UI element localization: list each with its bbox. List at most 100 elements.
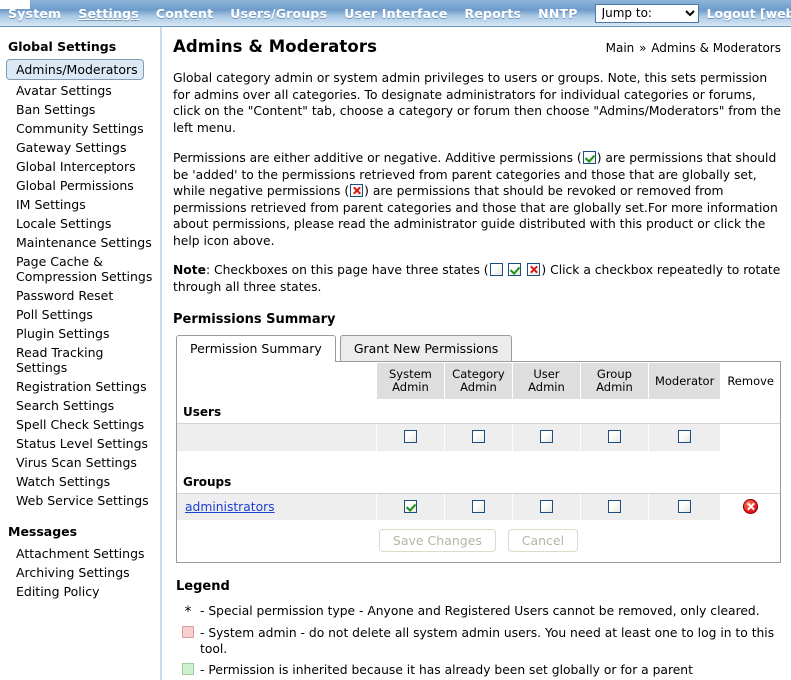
legend-list: * - Special permission type - Anyone and … xyxy=(173,603,781,680)
permission-checkbox-category-admin[interactable] xyxy=(471,499,485,513)
nav-item-content[interactable]: Content xyxy=(156,6,213,21)
permission-cell xyxy=(580,423,649,451)
sidebar-item-global-permissions[interactable]: Global Permissions xyxy=(0,176,160,195)
sidebar-item-maintenance-settings[interactable]: Maintenance Settings xyxy=(0,233,160,252)
legend-swatch-red xyxy=(176,625,200,642)
sidebar-item-avatar-settings[interactable]: Avatar Settings xyxy=(0,81,160,100)
sidebar-list-messages: Attachment Settings Archiving Settings Edi… xyxy=(0,544,160,601)
sidebar-item-community-settings[interactable]: Community Settings xyxy=(0,119,160,138)
sidebar-item-page-cache-compression-settings[interactable]: Page Cache & Compression Settings xyxy=(0,252,160,286)
state-checked-checkbox-icon xyxy=(508,263,522,276)
permission-cell xyxy=(512,423,581,451)
legend-item: - Permission is inherited because it has… xyxy=(176,662,781,680)
breadcrumb-root[interactable]: Main xyxy=(606,41,635,55)
nav-item-settings[interactable]: Settings xyxy=(78,6,139,21)
sidebar-item-global-interceptors[interactable]: Global Interceptors xyxy=(0,157,160,176)
page-body: Global Settings Admins/Moderators Avatar … xyxy=(0,27,791,680)
logout-link[interactable]: Logout [weblogic] xyxy=(707,6,791,21)
state-empty-checkbox-icon xyxy=(489,263,503,276)
tab-strip: Permission Summary Grant New Permissions xyxy=(176,335,781,362)
permission-cell xyxy=(648,493,722,520)
sidebar-item-attachment-settings[interactable]: Attachment Settings xyxy=(0,544,160,563)
permission-checkbox-user-admin[interactable] xyxy=(539,430,553,444)
sidebar-item-search-settings[interactable]: Search Settings xyxy=(0,396,160,415)
note-label: Note xyxy=(173,263,206,277)
intro-paragraph: Global category admin or system admin pr… xyxy=(173,71,781,135)
jump-to-select[interactable]: Jump to: xyxy=(594,3,699,23)
permission-checkbox-system-admin[interactable] xyxy=(403,430,417,444)
permission-checkbox-group-admin[interactable] xyxy=(607,430,621,444)
groups-group-header: Groups xyxy=(177,469,780,494)
tab-grant-new-permissions[interactable]: Grant New Permissions xyxy=(339,335,513,361)
negative-permission-checkbox-icon xyxy=(350,184,364,197)
permission-checkbox-moderator[interactable] xyxy=(678,499,692,513)
sidebar-item-virus-scan-settings[interactable]: Virus Scan Settings xyxy=(0,453,160,472)
sidebar-item-locale-settings[interactable]: Locale Settings xyxy=(0,214,160,233)
cancel-button[interactable]: Cancel xyxy=(507,529,579,552)
nav-item-reports[interactable]: Reports xyxy=(465,6,522,21)
table-row xyxy=(177,423,780,451)
permission-checkbox-category-admin[interactable] xyxy=(471,430,485,444)
sidebar-item-admins-moderators[interactable]: Admins/Moderators xyxy=(6,59,144,80)
breadcrumb-current: Admins & Moderators xyxy=(651,41,781,55)
sidebar-item-im-settings[interactable]: IM Settings xyxy=(0,195,160,214)
nav-item-users-groups[interactable]: Users/Groups xyxy=(230,6,327,21)
nav-item-nntp[interactable]: NNTP xyxy=(538,6,577,21)
sidebar-item-gateway-settings[interactable]: Gateway Settings xyxy=(0,138,160,157)
sidebar-item-spell-check-settings[interactable]: Spell Check Settings xyxy=(0,415,160,434)
top-nav-items: System Settings Content Users/Groups User In… xyxy=(8,6,595,21)
permissions-explanation-paragraph: Permissions are either additive or negat… xyxy=(173,150,781,249)
table-row: administrators xyxy=(177,493,780,520)
sidebar-item-password-reset[interactable]: Password Reset xyxy=(0,286,160,305)
permissions-summary-heading: Permissions Summary xyxy=(173,312,336,327)
permission-cell xyxy=(376,423,445,451)
save-changes-button[interactable]: Save Changes xyxy=(378,529,496,552)
permission-cell xyxy=(580,493,649,520)
remove-cell xyxy=(720,493,780,520)
main-content: Admins & Moderators Main » Admins & Mode… xyxy=(162,27,791,680)
tab-permission-summary[interactable]: Permission Summary xyxy=(176,335,336,362)
sidebar-item-archiving-settings[interactable]: Archiving Settings xyxy=(0,563,160,582)
state-blocked-checkbox-icon xyxy=(527,263,541,276)
legend-star-marker: * xyxy=(176,603,200,620)
permission-checkbox-system-admin[interactable] xyxy=(403,499,417,513)
sidebar-item-editing-policy[interactable]: Editing Policy xyxy=(0,582,160,601)
form-button-row: Save Changes Cancel xyxy=(177,520,780,562)
permissions-table: System Admin Category Admin User Admin Grou… xyxy=(177,362,780,520)
nav-item-system[interactable]: System xyxy=(8,6,61,21)
sidebar-item-ban-settings[interactable]: Ban Settings xyxy=(0,100,160,119)
sidebar-item-registration-settings[interactable]: Registration Settings xyxy=(0,377,160,396)
legend-item: * - Special permission type - Anyone and … xyxy=(176,603,781,620)
sidebar-item-poll-settings[interactable]: Poll Settings xyxy=(0,305,160,324)
row-name-link[interactable]: administrators xyxy=(185,500,275,514)
sidebar-item-web-service-settings[interactable]: Web Service Settings xyxy=(0,491,160,510)
permission-cell xyxy=(444,423,513,451)
nav-item-user-interface[interactable]: User Interface xyxy=(344,6,447,21)
legend-item-text: - Special permission type - Anyone and R… xyxy=(200,604,760,618)
sidebar-item-status-level-settings[interactable]: Status Level Settings xyxy=(0,434,160,453)
permission-cell xyxy=(512,493,581,520)
perm-text-part-1: Permissions are either additive or negat… xyxy=(173,151,582,165)
sidebar: Global Settings Admins/Moderators Avatar … xyxy=(0,27,162,680)
note-text-part-1: : Checkboxes on this page have three sta… xyxy=(205,263,489,277)
sidebar-group-title-messages: Messages xyxy=(8,524,78,539)
permissions-table-head: System Admin Category Admin User Admin Grou… xyxy=(177,362,780,400)
permission-checkbox-group-admin[interactable] xyxy=(607,499,621,513)
table-header-user-admin: User Admin xyxy=(511,362,581,400)
permission-checkbox-user-admin[interactable] xyxy=(539,499,553,513)
permission-summary-panel: System Admin Category Admin User Admin Grou… xyxy=(176,361,781,563)
legend-item: - System admin - do not delete all syste… xyxy=(176,625,781,657)
table-spacer-cell xyxy=(177,450,780,470)
remove-icon[interactable] xyxy=(743,499,759,515)
sidebar-item-read-tracking-settings[interactable]: Read Tracking Settings xyxy=(0,343,160,377)
permissions-table-body: Users Groups administrators xyxy=(177,399,780,520)
sidebar-item-plugin-settings[interactable]: Plugin Settings xyxy=(0,324,160,343)
sidebar-item-watch-settings[interactable]: Watch Settings xyxy=(0,472,160,491)
groups-group-header-label: Groups xyxy=(177,469,780,494)
top-navigation-bar: System Settings Content Users/Groups User In… xyxy=(0,0,791,27)
jump-to-dropdown-wrapper: Jump to: xyxy=(594,3,699,23)
users-group-header-label: Users xyxy=(177,399,780,424)
permission-checkbox-moderator[interactable] xyxy=(678,430,692,444)
green-swatch-icon xyxy=(182,663,194,675)
table-header-remove: Remove xyxy=(720,362,780,400)
